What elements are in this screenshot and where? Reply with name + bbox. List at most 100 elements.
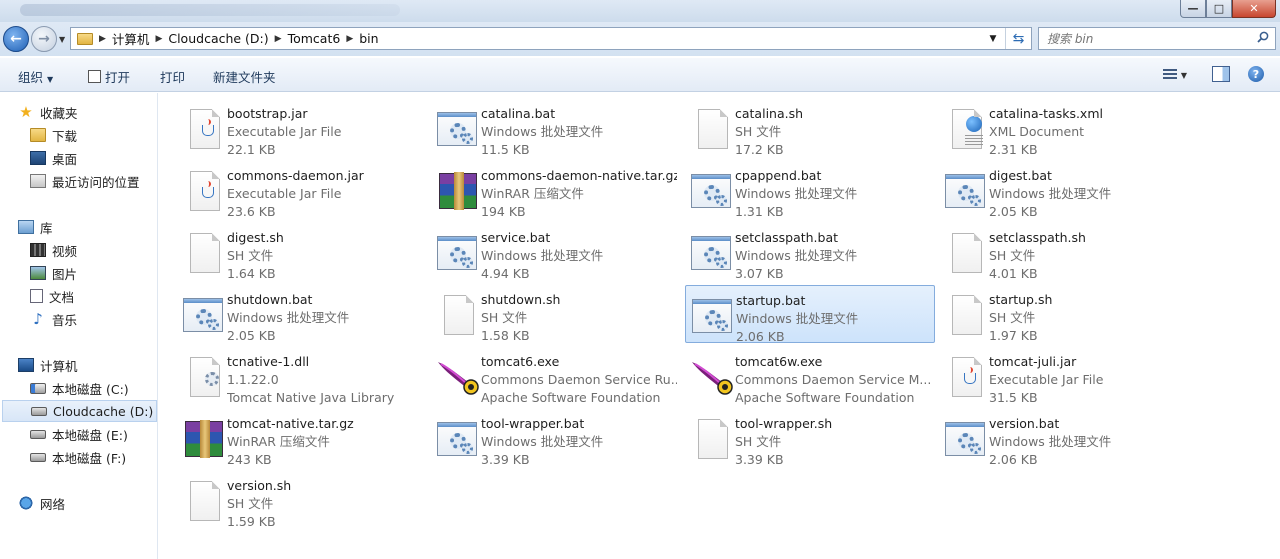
sidebar-item-videos[interactable]: 视频 (30, 239, 157, 261)
recent-pages-chevron-icon[interactable]: ▼ (59, 35, 65, 44)
search-box[interactable] (1038, 27, 1276, 50)
sidebar-item-drive-e[interactable]: 本地磁盘 (E:) (30, 423, 157, 445)
file-type: Windows 批处理文件 (989, 434, 1112, 449)
file-icon-wrapper (181, 479, 223, 521)
file-item[interactable]: startup.sh SH 文件 1.97 KB (939, 285, 1189, 343)
file-item[interactable]: commons-daemon.jar Executable Jar File 23.… (177, 161, 427, 219)
file-type: SH 文件 (989, 248, 1036, 263)
sidebar-item-documents[interactable]: 文档 (30, 285, 157, 307)
file-item[interactable]: tool-wrapper.bat Windows 批处理文件 3.39 KB (431, 409, 681, 467)
refresh-button[interactable]: ⇆ (1005, 28, 1031, 49)
help-button[interactable]: ? (1248, 66, 1264, 82)
forward-button[interactable]: → (31, 26, 57, 52)
file-text: tool-wrapper.sh SH 文件 3.39 KB (735, 415, 931, 469)
file-item[interactable]: startup.bat Windows 批处理文件 2.06 KB (685, 285, 935, 346)
sidebar-computer[interactable]: 计算机 (18, 354, 157, 376)
chevron-right-icon[interactable]: ▶ (155, 34, 162, 44)
file-name: commons-daemon.jar (227, 168, 364, 183)
file-icon-wrapper (689, 169, 731, 211)
batch-file-icon (437, 236, 477, 270)
sidebar-item-drive-d[interactable]: Cloudcache (D:) (2, 400, 157, 422)
open-button[interactable]: 打开 (88, 67, 130, 86)
breadcrumb-computer[interactable]: 计算机 (112, 29, 150, 48)
file-size: 2.06 KB (736, 329, 785, 344)
file-item[interactable]: tomcat-juli.jar Executable Jar File 31.5 K… (939, 347, 1189, 405)
file-name: version.bat (989, 416, 1060, 431)
file-text: catalina.sh SH 文件 17.2 KB (735, 105, 931, 159)
print-button[interactable]: 打印 (160, 67, 185, 86)
breadcrumb-drive[interactable]: Cloudcache (D:) (168, 31, 268, 46)
batch-file-icon (183, 298, 223, 332)
file-item[interactable]: shutdown.sh SH 文件 1.58 KB (431, 285, 681, 343)
file-type: SH 文件 (481, 310, 528, 325)
file-size: 17.2 KB (735, 142, 784, 157)
open-icon (88, 70, 101, 83)
preview-pane-button[interactable] (1212, 66, 1230, 82)
maximize-button[interactable]: □ (1206, 0, 1232, 18)
chevron-right-icon[interactable]: ▶ (346, 34, 353, 44)
sidebar-item-drive-f[interactable]: 本地磁盘 (F:) (30, 446, 157, 468)
jar-file-icon (190, 109, 220, 149)
file-item[interactable]: tool-wrapper.sh SH 文件 3.39 KB (685, 409, 935, 467)
sidebar-item-desktop[interactable]: 桌面 (30, 147, 157, 169)
file-item[interactable]: service.bat Windows 批处理文件 4.94 KB (431, 223, 681, 281)
file-size: 243 KB (227, 452, 272, 467)
sidebar-item-drive-c[interactable]: 本地磁盘 (C:) (30, 377, 157, 399)
sidebar-item-recent-places[interactable]: 最近访问的位置 (30, 170, 157, 192)
file-item[interactable]: tcnative-1.dll 1.1.22.0 Tomcat Native Java… (177, 347, 427, 405)
file-list: bootstrap.jar Executable Jar File 22.1 KB c… (159, 93, 1280, 559)
file-type: Windows 批处理文件 (735, 186, 858, 201)
file-item[interactable]: catalina-tasks.xml XML Document 2.31 KB (939, 99, 1189, 157)
file-item[interactable]: bootstrap.jar Executable Jar File 22.1 KB (177, 99, 427, 157)
file-item[interactable]: setclasspath.bat Windows 批处理文件 3.07 KB (685, 223, 935, 281)
file-icon-wrapper (943, 169, 985, 211)
sidebar-item-pictures[interactable]: 图片 (30, 262, 157, 284)
file-type: Commons Daemon Service M... (735, 372, 931, 387)
file-type: Windows 批处理文件 (481, 248, 604, 263)
file-item[interactable]: commons-daemon-native.tar.gz WinRAR 压缩文件 1… (431, 161, 681, 219)
chevron-right-icon[interactable]: ▶ (99, 34, 106, 44)
file-item[interactable]: tomcat6.exe Commons Daemon Service Ru... A… (431, 347, 681, 405)
file-name: commons-daemon-native.tar.gz (481, 168, 677, 183)
file-item[interactable]: cpappend.bat Windows 批处理文件 1.31 KB (685, 161, 935, 219)
search-icon[interactable] (1257, 31, 1269, 43)
file-text: commons-daemon-native.tar.gz WinRAR 压缩文件 1… (481, 167, 677, 221)
sidebar-item-music[interactable]: ♪ 音乐 (30, 308, 157, 330)
organize-menu[interactable]: 组织 ▼ (18, 67, 53, 86)
minimize-icon: — (1187, 2, 1199, 15)
change-view-button[interactable]: ▼ (1158, 66, 1192, 84)
minimize-button[interactable]: — (1180, 0, 1206, 18)
file-item[interactable]: catalina.bat Windows 批处理文件 11.5 KB (431, 99, 681, 157)
file-item[interactable]: digest.bat Windows 批处理文件 2.05 KB (939, 161, 1189, 219)
sidebar-network[interactable]: 网络 (18, 492, 157, 514)
file-size: Tomcat Native Java Library (227, 390, 395, 405)
view-options-icon (1162, 69, 1177, 81)
breadcrumb-bin[interactable]: bin (359, 31, 378, 46)
file-text: startup.bat Windows 批处理文件 2.06 KB (736, 292, 932, 346)
file-item[interactable]: digest.sh SH 文件 1.64 KB (177, 223, 427, 281)
address-dropdown-icon[interactable]: ▼ (985, 28, 1001, 49)
file-item[interactable]: setclasspath.sh SH 文件 4.01 KB (939, 223, 1189, 281)
file-type: Executable Jar File (227, 124, 342, 139)
file-item[interactable]: version.bat Windows 批处理文件 2.06 KB (939, 409, 1189, 467)
sidebar-item-downloads[interactable]: 下载 (30, 124, 157, 146)
sidebar-favorites[interactable]: ★ 收藏夹 (18, 101, 157, 123)
file-item[interactable]: tomcat-native.tar.gz WinRAR 压缩文件 243 KB (177, 409, 427, 467)
breadcrumb-tomcat[interactable]: Tomcat6 (288, 31, 341, 46)
batch-file-icon (437, 112, 477, 146)
file-item[interactable]: shutdown.bat Windows 批处理文件 2.05 KB (177, 285, 427, 343)
new-folder-button[interactable]: 新建文件夹 (213, 67, 276, 86)
back-button[interactable]: ← (3, 26, 29, 52)
file-text: commons-daemon.jar Executable Jar File 23.… (227, 167, 423, 221)
sidebar-libraries[interactable]: 库 (18, 216, 157, 238)
file-item[interactable]: catalina.sh SH 文件 17.2 KB (685, 99, 935, 157)
file-name: digest.sh (227, 230, 284, 245)
search-input[interactable] (1047, 31, 1247, 46)
file-type: SH 文件 (735, 434, 782, 449)
address-bar[interactable]: ▶ 计算机 ▶ Cloudcache (D:) ▶ Tomcat6 ▶ bin … (70, 27, 1032, 50)
close-button[interactable]: ✕ (1232, 0, 1276, 18)
xml-file-icon (952, 109, 983, 149)
file-item[interactable]: version.sh SH 文件 1.59 KB (177, 471, 427, 529)
file-item[interactable]: tomcat6w.exe Commons Daemon Service M... A… (685, 347, 935, 405)
chevron-right-icon[interactable]: ▶ (275, 34, 282, 44)
